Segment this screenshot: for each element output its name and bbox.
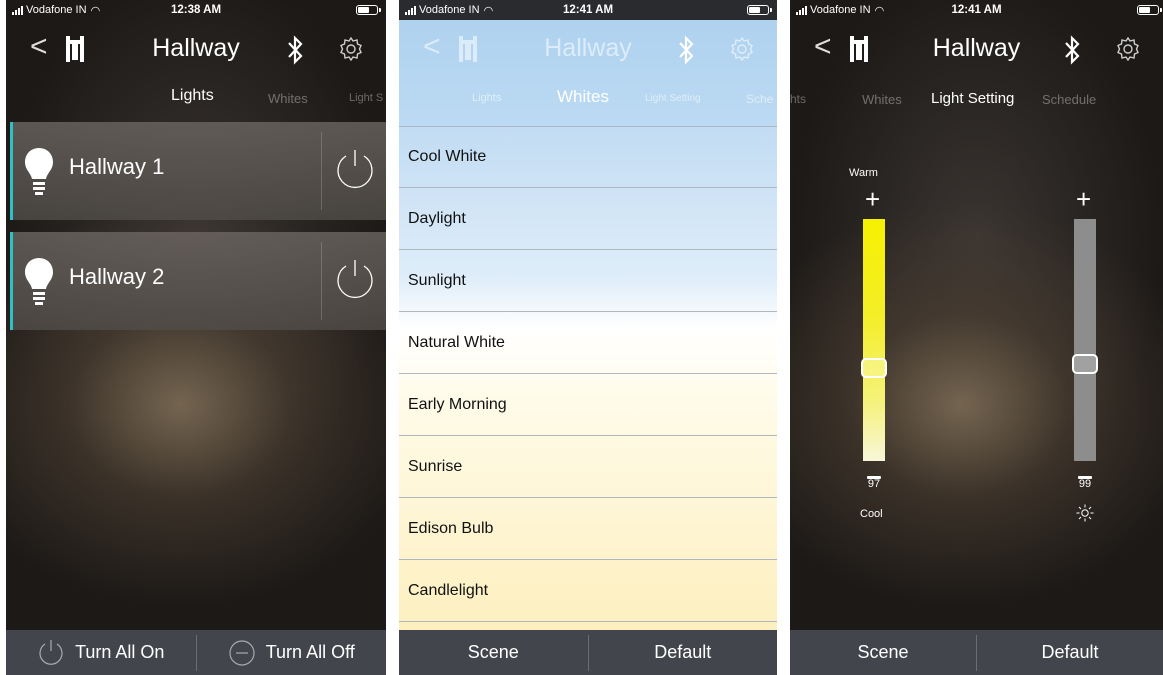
brightness-value: 99: [1070, 476, 1100, 490]
gear-icon[interactable]: [729, 36, 755, 62]
bluetooth-icon[interactable]: [1059, 34, 1085, 66]
tab-schedule[interactable]: Sche: [746, 92, 773, 106]
white-option-sunlight[interactable]: Sunlight: [399, 250, 777, 312]
signal-icon: [405, 5, 416, 15]
header: < Hallway: [6, 22, 386, 78]
carrier-label: Vodafone IN: [26, 4, 87, 16]
brightness-slider[interactable]: [1074, 219, 1096, 461]
turn-all-off-button[interactable]: Turn All Off: [197, 630, 387, 675]
warmth-slider-handle[interactable]: [861, 358, 887, 378]
turn-all-on-label: Turn All On: [75, 642, 165, 662]
scene-label: Scene: [467, 642, 519, 662]
white-option-early-morning[interactable]: Early Morning: [399, 374, 777, 436]
brightness-plus-button[interactable]: +: [1076, 186, 1091, 212]
signal-icon: [796, 5, 807, 15]
page-title: Hallway: [152, 34, 240, 62]
tab-whites[interactable]: Whites: [862, 92, 902, 107]
gear-icon[interactable]: [338, 36, 364, 62]
tab-bar: Lights Whites Light Setting Sche: [399, 87, 777, 114]
status-bar: Vodafone IN ◠ 12:41 AM: [790, 0, 1163, 20]
carrier-label: Vodafone IN: [810, 4, 871, 16]
divider: [321, 132, 322, 210]
signal-icon: [12, 5, 23, 15]
warm-label: Warm: [849, 167, 878, 179]
white-option-candlelight[interactable]: Candlelight: [399, 560, 777, 622]
white-option-daylight[interactable]: Daylight: [399, 188, 777, 250]
tab-light-setting[interactable]: Light S: [349, 92, 383, 104]
battery-icon: [356, 5, 381, 15]
header: < Hallway: [399, 22, 777, 78]
clock: 12:38 AM: [170, 4, 222, 16]
tab-schedule[interactable]: Schedule: [1042, 92, 1096, 107]
default-button[interactable]: Default: [977, 630, 1163, 675]
turn-all-on-button[interactable]: Turn All On: [6, 630, 196, 675]
white-option-edison-bulb[interactable]: Edison Bulb: [399, 498, 777, 560]
tab-whites[interactable]: Whites: [557, 87, 609, 107]
tab-lights[interactable]: hts: [790, 92, 806, 106]
wifi-icon: ◠: [483, 4, 494, 17]
wifi-icon: ◠: [90, 4, 101, 17]
power-icon[interactable]: [334, 258, 376, 300]
light-name: Hallway 1: [69, 154, 165, 179]
lights-screen: Vodafone IN ◠ 12:38 AM < Hallway Lights …: [6, 0, 386, 675]
default-label: Default: [654, 642, 712, 662]
bluetooth-icon[interactable]: [282, 34, 308, 66]
default-label: Default: [1041, 642, 1099, 662]
whites-screen: Vodafone IN ◠ 12:41 AM < Hallway Lights …: [399, 0, 777, 675]
light-name: Hallway 2: [69, 264, 165, 289]
warmth-value: 97: [859, 476, 889, 490]
turn-all-off-label: Turn All Off: [265, 642, 355, 662]
status-bar: Vodafone IN ◠ 12:38 AM: [6, 0, 386, 20]
white-option-sunrise[interactable]: Sunrise: [399, 436, 777, 498]
warmth-plus-button[interactable]: +: [865, 186, 880, 212]
bluetooth-icon[interactable]: [673, 34, 699, 66]
bottom-bar: Turn All On Turn All Off: [6, 630, 386, 675]
page-title: Hallway: [932, 34, 1021, 62]
minus-circle-icon: [229, 639, 255, 666]
scene-label: Scene: [857, 642, 909, 662]
scene-button[interactable]: Scene: [399, 630, 588, 675]
status-bar: Vodafone IN ◠ 12:41 AM: [399, 0, 777, 20]
white-option-cool-white[interactable]: Cool White: [399, 126, 777, 188]
divider: [321, 242, 322, 320]
light-card-hallway-1[interactable]: Hallway 1: [10, 122, 386, 220]
tab-bar: hts Whites Light Setting Schedule: [790, 88, 1163, 114]
tab-lights[interactable]: Lights: [472, 92, 501, 104]
clock: 12:41 AM: [562, 4, 614, 16]
clock: 12:41 AM: [951, 4, 1002, 16]
tab-whites[interactable]: Whites: [268, 91, 308, 106]
tab-light-setting[interactable]: Light Setting: [645, 93, 701, 104]
brightness-slider-handle[interactable]: [1072, 354, 1098, 374]
power-icon: [39, 639, 63, 665]
gear-icon[interactable]: [1115, 36, 1141, 62]
header: < Hallway: [790, 22, 1163, 78]
bottom-bar: Scene Default: [399, 630, 777, 675]
battery-icon: [1137, 5, 1162, 15]
default-button[interactable]: Default: [589, 630, 778, 675]
page-title: Hallway: [544, 34, 632, 62]
bottom-bar: Scene Default: [790, 630, 1163, 675]
bulb-icon: [25, 258, 53, 305]
light-setting-screen: Vodafone IN ◠ 12:41 AM < Hallway hts Whi…: [790, 0, 1163, 675]
white-option-natural-white[interactable]: Natural White: [399, 312, 777, 374]
warmth-slider[interactable]: [863, 219, 885, 461]
tab-bar: Lights Whites Light S: [6, 87, 386, 114]
tab-light-setting[interactable]: Light Setting: [931, 90, 1014, 107]
power-icon[interactable]: [334, 148, 376, 190]
carrier-label: Vodafone IN: [419, 4, 480, 16]
cool-label: Cool: [860, 508, 883, 520]
tab-lights[interactable]: Lights: [171, 87, 214, 105]
battery-icon: [747, 5, 772, 15]
bulb-icon: [25, 148, 53, 195]
wifi-icon: ◠: [874, 4, 885, 17]
scene-button[interactable]: Scene: [790, 630, 976, 675]
light-card-hallway-2[interactable]: Hallway 2: [10, 232, 386, 330]
whites-list: Cool White Daylight Sunlight Natural Whi…: [399, 126, 777, 631]
sun-icon: [1076, 504, 1094, 522]
